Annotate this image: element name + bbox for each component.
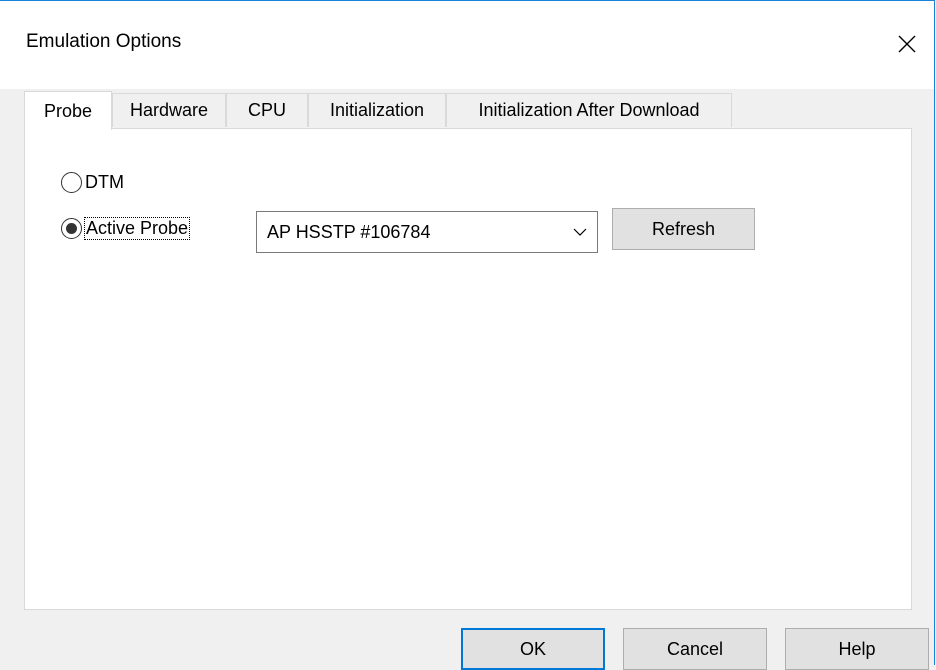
emulation-options-dialog: Emulation Options Probe Hardware CPU Ini… [0,0,935,670]
tab-initialization[interactable]: Initialization [308,93,446,127]
tab-label: CPU [247,100,286,120]
refresh-button[interactable]: Refresh [612,208,755,250]
tab-label: Initialization After Download [478,100,700,120]
cancel-button[interactable]: Cancel [623,628,767,670]
probe-device-dropdown[interactable]: AP HSSTP #106784 [256,211,598,253]
button-label: Refresh [651,218,716,239]
tab-cpu[interactable]: CPU [226,93,308,127]
radio-label: DTM [85,172,124,192]
dropdown-value: AP HSSTP #106784 [267,221,431,242]
tab-hardware[interactable]: Hardware [112,93,226,127]
tab-probe[interactable]: Probe [24,91,112,130]
radio-dtm[interactable]: DTM [61,172,124,193]
tab-label: Initialization [329,100,425,120]
radio-label: Active Probe [83,217,191,240]
ok-button[interactable]: OK [461,628,605,670]
chevron-down-icon[interactable] [563,228,597,237]
help-button[interactable]: Help [785,628,929,670]
tab-label: Hardware [129,100,209,120]
tab-label: Probe [43,100,93,121]
title-bar: Emulation Options [0,1,934,89]
button-label: Help [838,638,876,659]
tab-panel-probe [24,128,912,610]
dialog-title: Emulation Options [26,31,182,52]
tab-initialization-after-download[interactable]: Initialization After Download [446,93,732,127]
close-button[interactable] [885,23,929,65]
button-label: Cancel [666,638,724,659]
radio-active-probe[interactable]: Active Probe [61,217,191,240]
button-label: OK [519,638,546,659]
radio-button-checked[interactable] [61,218,82,239]
radio-button-unchecked[interactable] [61,172,82,193]
close-icon [898,35,916,53]
